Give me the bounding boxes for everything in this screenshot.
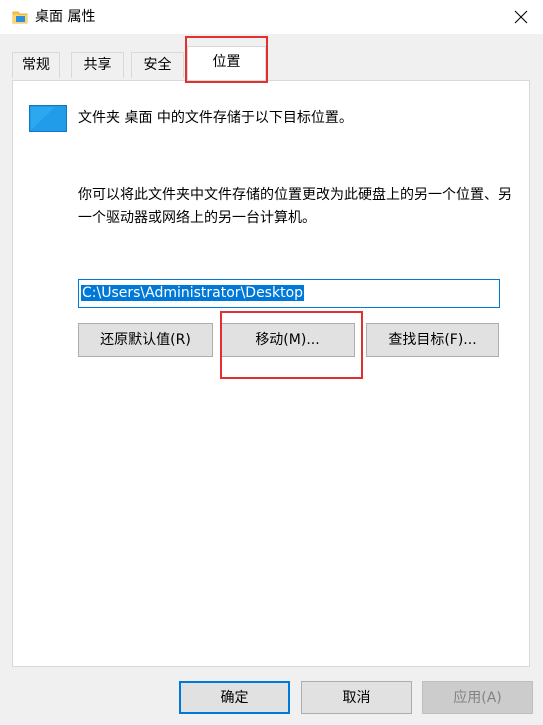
- tab-sharing[interactable]: 共享: [71, 52, 124, 78]
- target-path-input[interactable]: C:\Users\Administrator\Desktop: [78, 279, 500, 308]
- title-bar: 桌面 属性: [0, 0, 543, 34]
- target-path-value: C:\Users\Administrator\Desktop: [81, 285, 305, 301]
- ok-button[interactable]: 确定: [179, 681, 290, 714]
- window-title: 桌面 属性: [35, 9, 96, 25]
- tab-general[interactable]: 常规: [12, 52, 60, 78]
- cancel-button[interactable]: 取消: [301, 681, 412, 714]
- apply-button: 应用(A): [422, 681, 533, 714]
- folder-icon: [12, 11, 28, 24]
- location-panel: 文件夹 桌面 中的文件存储于以下目标位置。 你可以将此文件夹中文件存储的位置更改…: [12, 80, 530, 667]
- restore-default-button[interactable]: 还原默认值(R): [78, 323, 213, 357]
- location-instructions: 你可以将此文件夹中文件存储的位置更改为此硬盘上的另一个位置、另一个驱动器或网络上…: [78, 187, 512, 226]
- close-icon: [514, 10, 528, 24]
- tab-location[interactable]: 位置: [187, 46, 266, 80]
- properties-dialog: 桌面 属性 常规 共享 安全 位置 文件夹 桌面 中的文件存储于以下目标位置。 …: [0, 0, 543, 725]
- tab-security[interactable]: 安全: [131, 52, 184, 78]
- find-target-button[interactable]: 查找目标(F)...: [366, 323, 499, 357]
- close-button[interactable]: [507, 4, 535, 30]
- location-description: 文件夹 桌面 中的文件存储于以下目标位置。: [78, 110, 353, 126]
- move-button[interactable]: 移动(M)...: [220, 323, 355, 357]
- desktop-folder-icon: [29, 105, 67, 132]
